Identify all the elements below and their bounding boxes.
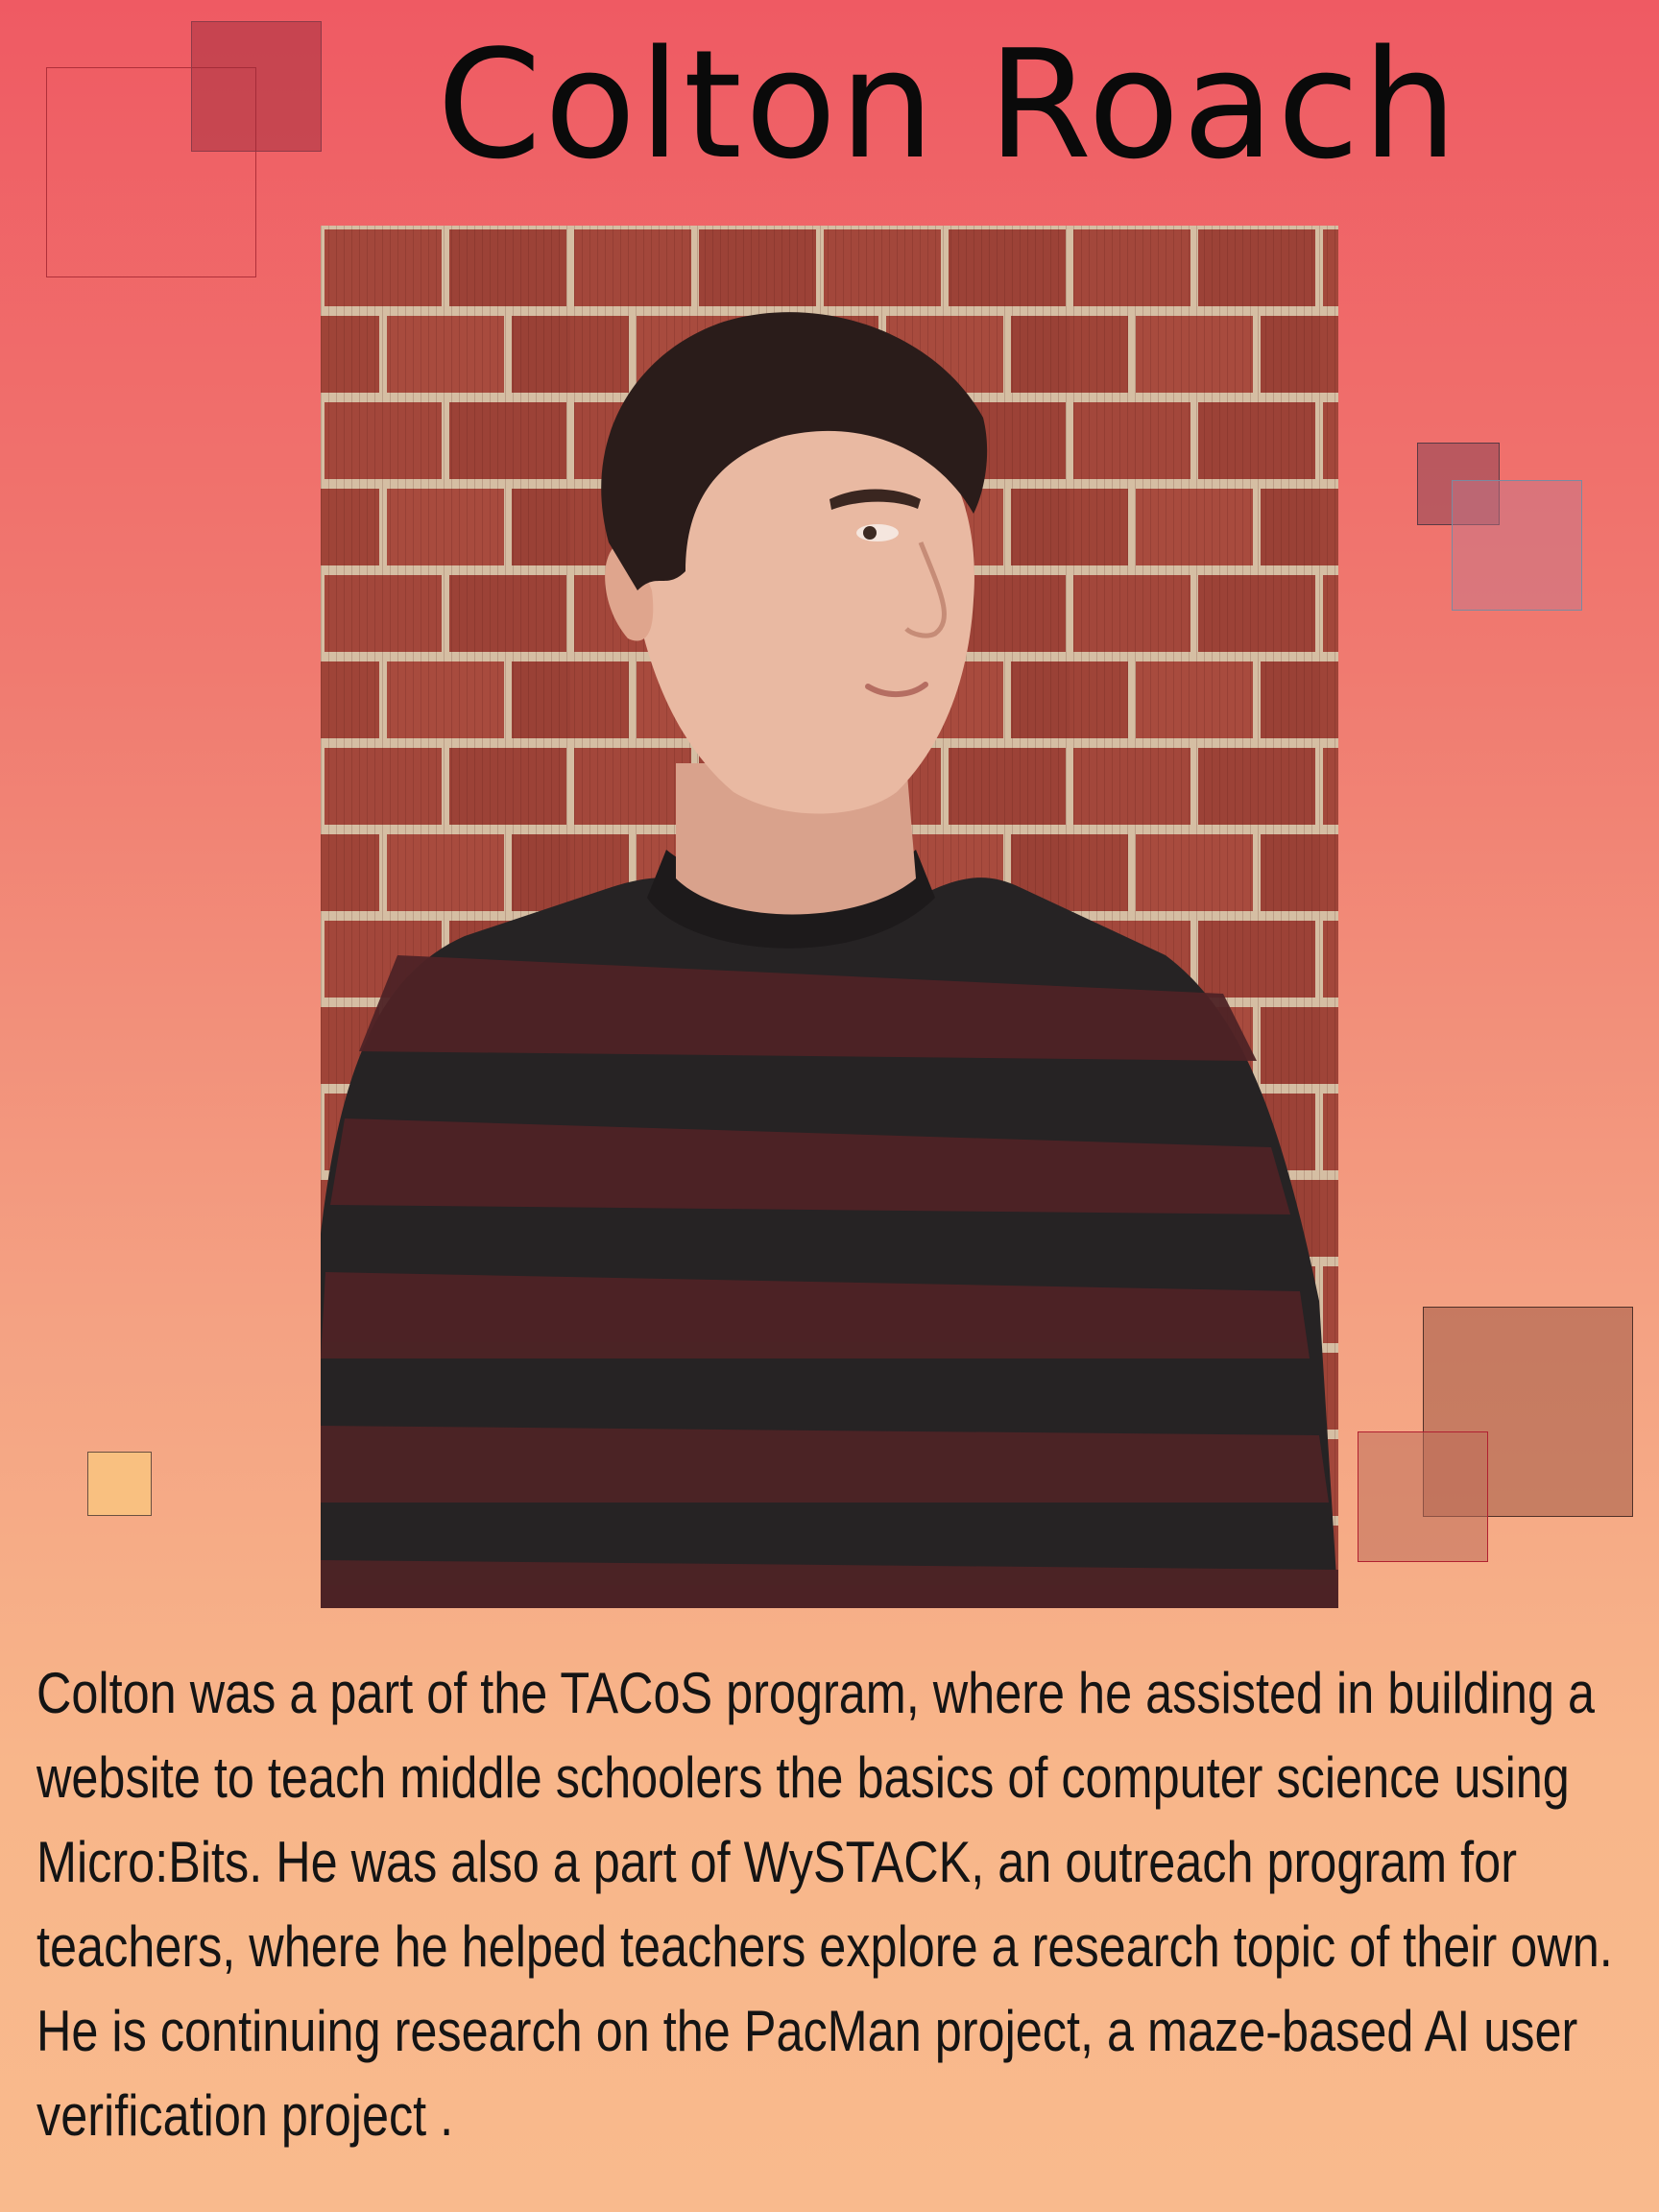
profile-page: Colton Roach Colton was a part of the TA… [0, 0, 1659, 2212]
portrait-illustration [321, 226, 1338, 1608]
portrait-photo [321, 226, 1338, 1608]
bio-text: Colton was a part of the TACoS program, … [36, 1661, 1613, 2148]
decorative-square [1358, 1431, 1488, 1562]
decorative-square [191, 21, 322, 152]
decorative-square [87, 1452, 152, 1516]
page-title: Colton Roach [437, 17, 1460, 192]
decorative-square [1452, 480, 1582, 611]
